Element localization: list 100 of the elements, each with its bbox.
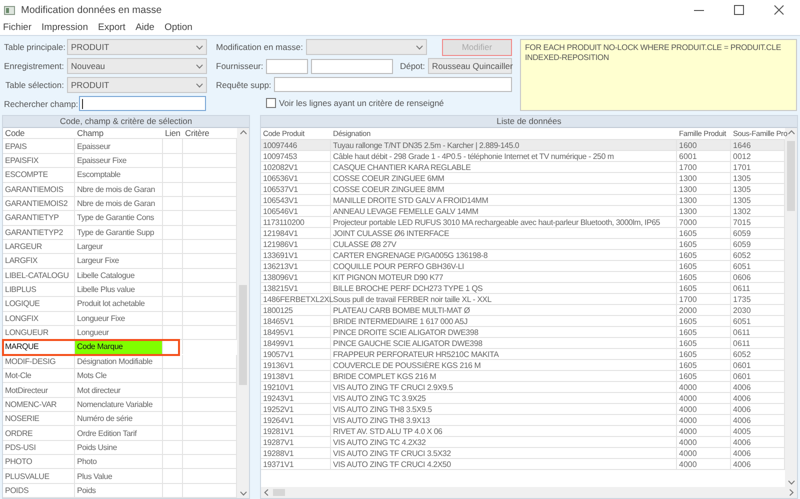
menu-item[interactable]: Option bbox=[164, 22, 192, 33]
table-cell: FRAPPEUR PERFORATEUR HR5210C MAKITA bbox=[331, 349, 677, 359]
checkbox[interactable] bbox=[266, 98, 276, 108]
table-row[interactable]: 1173110200 Projecteur portable LED RUFUS 3010 MA rechargeable avec haut-parleur Bluetooth, 3000lm, IP65 7000 7015 bbox=[261, 217, 785, 228]
table-row[interactable]: LOGIQUE Produit lot achetable bbox=[3, 297, 237, 312]
table-cell: VIS AUTO ZING TC 3.9X25 bbox=[331, 393, 677, 403]
table-row[interactable]: 138215V1 BILLE BROCHE PERF DCH273 TYPE 1 QS 1605 0611 bbox=[261, 283, 785, 294]
table-row[interactable]: 138096V1 KIT PIGNON MOTEUR D90 K77 1605 0606 bbox=[261, 272, 785, 283]
scroll-up-icon[interactable] bbox=[788, 130, 794, 135]
table-row[interactable]: 19287V1 VIS AUTO ZING TC 4.2X32 4000 4006 bbox=[261, 437, 785, 448]
table-row[interactable]: 19288V1 VIS AUTO ZING TF CRUCI 3.5X32 4000 4006 bbox=[261, 448, 785, 459]
table-row[interactable]: 106536V1 COSSE COEUR ZINGUEE 6MM 1300 1305 bbox=[261, 173, 785, 184]
scroll-left-icon[interactable] bbox=[264, 489, 269, 496]
table-row[interactable]: 19371V1 VIS AUTO ZING TF CRUCI 4.2X50 4000 4006 bbox=[261, 459, 785, 470]
table-row[interactable]: GARANTIETYP Type de Garantie Cons bbox=[3, 211, 237, 226]
table-row[interactable]: 1486FERBETXL2XLSous pull de travail FERBER noir taille XL - XXL 1700 1735 bbox=[261, 294, 785, 305]
menu-item[interactable]: Export bbox=[98, 22, 126, 33]
table-row[interactable]: 136213V1 COQUILLE POUR PERFO GBH36V-LI 1605 6051 bbox=[261, 261, 785, 272]
table-cell: 4000 bbox=[677, 459, 731, 469]
scroll-right-icon[interactable] bbox=[789, 489, 794, 496]
table-row[interactable]: LARGFIX Largeur Fixe bbox=[3, 254, 237, 269]
table-row[interactable]: 106537V1 COSSE COEUR ZINGUEE 8MM 1300 1305 bbox=[261, 184, 785, 195]
table-row[interactable]: 121986V1 CULASSE Ø8 27V 1605 6059 bbox=[261, 239, 785, 250]
table-cell: VIS AUTO ZING TH8 3.9X13 bbox=[331, 415, 677, 425]
input-field[interactable] bbox=[274, 77, 512, 92]
table-row[interactable]: 19138V1 BRIDE COMPLET KGS 216 M 1605 0601 bbox=[261, 371, 785, 382]
menu-item[interactable]: Aide bbox=[135, 22, 154, 33]
table-cell: Ordre Edition Tarif bbox=[75, 426, 163, 440]
table-row[interactable]: GARANTIETYP2 Type de Garantie Supp bbox=[3, 226, 237, 240]
table-row[interactable]: EPAISFIX Epaisseur Fixe bbox=[3, 154, 237, 168]
table-cell: Libelle Plus value bbox=[75, 282, 163, 296]
input-field[interactable] bbox=[310, 58, 393, 74]
table-row[interactable]: 18465V1 BRIDE INTERMEDIAIRE 1 617 000 A5J 1605 6051 bbox=[261, 316, 785, 327]
menu-item[interactable]: Fichier bbox=[3, 22, 32, 33]
scroll-down-icon[interactable] bbox=[240, 491, 246, 496]
chevron-down-icon[interactable] bbox=[416, 44, 423, 50]
table-row[interactable]: LIBEL-CATALOGU Libelle Catalogue bbox=[3, 268, 237, 283]
table-row[interactable]: 10097446 Tuyau rallonge T/NT DN35 2.5m - Karcher | 2.889-145.0 1600 1646 bbox=[261, 140, 785, 151]
table-row[interactable]: 1800125 PLATEAU CARB BOMBE MULTI-MAT Ø 2000 2030 bbox=[261, 305, 785, 316]
table-cell: 18499V1 bbox=[261, 338, 331, 348]
table-row[interactable]: 121984V1 JOINT CULASSE Ø6 INTERFACE 1605 6059 bbox=[261, 228, 785, 239]
table-row[interactable]: LIBPLUS Libelle Plus value bbox=[3, 282, 237, 298]
dropdown[interactable]: Rousseau Quincailler bbox=[428, 58, 512, 74]
column-header[interactable]: Code bbox=[3, 128, 75, 138]
table-cell: 6001 bbox=[677, 151, 731, 161]
table-cell: 4000 bbox=[677, 426, 731, 436]
scrollbar-thumb[interactable] bbox=[239, 285, 247, 385]
table-row[interactable]: PDS-USI Poids Usine bbox=[3, 440, 237, 456]
table-row[interactable]: 18495V1 PINCE DROITE SCIE ALIGATOR DWE398 1605 0611 bbox=[261, 327, 785, 338]
dropdown[interactable]: Nouveau bbox=[67, 58, 207, 74]
table-row[interactable]: 19264V1 VIS AUTO ZING TH8 3.9X13 4000 4006 bbox=[261, 415, 785, 426]
table-row[interactable]: ORDRE Ordre Edition Tarif bbox=[3, 426, 237, 441]
scroll-down-icon[interactable] bbox=[788, 480, 794, 485]
column-header[interactable]: Critère bbox=[183, 128, 237, 138]
table-row[interactable]: Mot-Cle Mots Cle bbox=[3, 368, 237, 384]
table-row[interactable]: MotDirecteur Mot directeur bbox=[3, 383, 237, 398]
table-row[interactable]: 19243V1 VIS AUTO ZING TC 3.9X25 4000 4006 bbox=[261, 393, 785, 404]
menu-item[interactable]: Impression bbox=[42, 22, 88, 33]
table-row[interactable]: LARGEUR Largeur bbox=[3, 240, 237, 254]
table-row[interactable]: GARANTIEMOIS Nbre de mois de Garan bbox=[3, 182, 237, 197]
table-cell: GARANTIETYP2 bbox=[3, 226, 75, 239]
column-header[interactable]: Champ bbox=[75, 128, 163, 138]
input-field[interactable] bbox=[266, 58, 308, 74]
table-row[interactable]: PHOTO Photo bbox=[3, 455, 237, 470]
table-row[interactable]: 133691V1 CARTER ENGRENAGE P/GA005G 136198-8 1605 6052 bbox=[261, 250, 785, 261]
scrollbar-thumb[interactable] bbox=[787, 141, 795, 211]
chevron-down-icon[interactable] bbox=[196, 44, 203, 50]
table-row[interactable]: 10097453 Câble haut débit - 298 Grade 1 - 4P0.5 - téléphonie Internet et TV numérique - 250 m 6001 0012 bbox=[261, 151, 785, 162]
column-header[interactable]: Lien bbox=[163, 128, 183, 138]
table-row[interactable]: 19210V1 VIS AUTO ZING TF CRUCI 2.9X9.5 4000 4006 bbox=[261, 382, 785, 393]
table-cell: Nbre de mois de Garan bbox=[75, 196, 163, 210]
table-row[interactable]: GARANTIEMOIS2 Nbre de mois de Garan bbox=[3, 196, 237, 212]
table-cell: Mots Cle bbox=[75, 368, 163, 382]
chevron-down-icon[interactable] bbox=[196, 64, 203, 68]
table-row[interactable]: NOSERIE Numéro de série bbox=[3, 412, 237, 426]
table-cell: 133691V1 bbox=[261, 250, 331, 260]
dropdown[interactable]: PRODUIT bbox=[67, 39, 207, 55]
scrollbar-thumb[interactable] bbox=[273, 489, 285, 496]
table-row[interactable]: LONGFIX Longueur Fixe bbox=[3, 312, 237, 326]
table-row[interactable]: 19281V1 RIVET AV. STD ALU TP 4.0 X 06 4000 4005 bbox=[261, 426, 785, 437]
table-cell: LOGIQUE bbox=[3, 297, 75, 311]
table-row[interactable]: EPAIS Epaisseur bbox=[3, 139, 237, 154]
dropdown[interactable]: PRODUIT bbox=[67, 77, 207, 93]
table-row[interactable]: 106546V1 ANNEAU LEVAGE FEMELLE GALV 14MM 1300 1302 bbox=[261, 206, 785, 217]
table-cell: 106546V1 bbox=[261, 206, 331, 216]
table-row[interactable]: POIDS Poids bbox=[3, 484, 237, 498]
table-row[interactable]: ESCOMPTE Escomptable bbox=[3, 168, 237, 183]
scroll-up-icon[interactable] bbox=[240, 130, 246, 135]
table-row[interactable]: 19136V1 COUVERCLE DE POUSSIÈRE KGS 216 M 1605 0601 bbox=[261, 360, 785, 371]
chevron-down-icon[interactable] bbox=[196, 82, 203, 88]
table-row[interactable]: PLUSVALUE Plus Value bbox=[3, 469, 237, 484]
field-label: Fournisseur: bbox=[216, 61, 264, 71]
search-field[interactable] bbox=[79, 96, 206, 111]
table-row[interactable]: 18499V1 PINCE GAUCHE SCIE ALIGATOR DWE398 1605 0611 bbox=[261, 338, 785, 349]
table-row[interactable]: 19057V1 FRAPPEUR PERFORATEUR HR5210C MAKITA 1605 6052 bbox=[261, 349, 785, 360]
table-row[interactable]: NOMENC-VAR Nomenclature Variable bbox=[3, 398, 237, 412]
table-cell: 1605 bbox=[677, 371, 731, 381]
table-row[interactable]: 106543V1 MANILLE DROITE STD GALV A FROID14MM 1300 1305 bbox=[261, 195, 785, 206]
table-row[interactable]: 102082V1 CASQUE CHANTIER KARA REGLABLE 1700 1701 bbox=[261, 162, 785, 173]
table-row[interactable]: 19252V1 VIS AUTO ZING TH8 3.5X9.5 4000 4006 bbox=[261, 404, 785, 415]
